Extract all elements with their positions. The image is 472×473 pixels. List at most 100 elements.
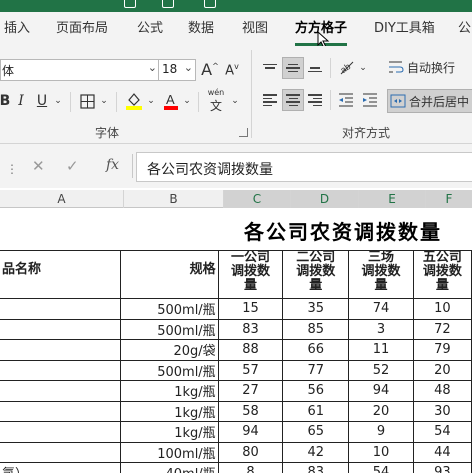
cell-company1[interactable]: 27 [217,380,284,402]
cell-company3[interactable]: 94 [348,380,414,402]
formula-input[interactable]: 各公司农资调拨数量 [136,152,472,182]
cell-company3[interactable]: 9 [348,421,414,443]
cell-company5[interactable]: 79 [412,339,472,361]
cell-company5[interactable]: 44 [412,441,472,463]
cell-company5[interactable]: 93 [412,462,472,473]
tab-diy-toolbox[interactable]: DIY工具箱 [374,12,435,46]
cell-company2[interactable]: 61 [282,400,350,422]
column-header-d[interactable]: D [291,190,359,208]
phonetic-guide-button[interactable]: wén 文 [204,88,228,114]
fill-color-button[interactable] [124,90,144,112]
cell-product-name[interactable] [0,380,121,402]
cell-spec[interactable]: 40ml/瓶 [119,462,219,473]
cell-company5[interactable]: 20 [412,359,472,381]
cell-product-name[interactable]: 氯） [0,462,121,473]
cell-product-name[interactable] [0,318,121,340]
cell-spec[interactable]: 500ml/瓶 [119,318,219,340]
header-cell-company5[interactable]: 五公司 调拨数 量 [412,250,472,299]
cell-spec[interactable]: 500ml/瓶 [119,359,219,381]
enter-icon[interactable]: ✓ [66,157,79,175]
italic-button[interactable]: I [13,90,29,112]
cell-company5[interactable]: 72 [412,318,472,340]
column-header-b[interactable]: B [124,190,224,208]
header-cell-company1[interactable]: 一公司 调拨数 量 [217,250,284,299]
cell-company3[interactable]: 10 [348,441,414,463]
wrap-text-button[interactable]: 自动换行 [388,56,472,78]
cell-company1[interactable]: 57 [217,359,284,381]
header-cell-company2[interactable]: 二公司 调拨数 量 [282,250,350,299]
font-size-combo[interactable]: 18 ⌄ [158,59,196,81]
fill-color-dropdown[interactable]: ⌄ [146,94,156,108]
cell-company3[interactable]: 54 [348,462,414,473]
cell-company2[interactable]: 77 [282,359,350,381]
undo-icon[interactable] [162,0,174,8]
cell-company3[interactable]: 52 [348,359,414,381]
cell-product-name[interactable] [0,359,121,381]
cell-company1[interactable]: 94 [217,421,284,443]
cell-company3[interactable]: 74 [348,298,414,320]
increase-indent-button[interactable] [360,90,380,110]
font-color-dropdown[interactable]: ⌄ [182,94,192,108]
tab-insert[interactable]: 插入 [4,12,30,46]
tab-page-layout[interactable]: 页面布局 [56,12,108,46]
orientation-dropdown[interactable]: ⌄ [358,62,368,74]
cancel-icon[interactable]: ✕ [32,157,45,175]
more-options-icon[interactable]: ⋮ [6,162,18,176]
cell-company1[interactable]: 80 [217,441,284,463]
cell-company5[interactable]: 54 [412,421,472,443]
cell-company1[interactable]: 88 [217,339,284,361]
underline-dropdown[interactable]: ⌄ [53,94,63,108]
decrease-indent-button[interactable] [336,90,356,110]
align-center-button[interactable] [282,89,304,111]
cell-company2[interactable]: 42 [282,441,350,463]
tab-formulas[interactable]: 公式 [137,12,163,46]
cell-spec[interactable]: 100ml/瓶 [119,441,219,463]
header-cell-name[interactable]: 品名称 [0,250,121,299]
column-header-f[interactable]: F [426,190,472,208]
column-header-e[interactable]: E [359,190,426,208]
worksheet[interactable]: 各公司农资调拨数量 品名称 规格 一公司 调拨数 量 二公司 调拨数 量 三场 … [0,208,472,473]
sheet-title[interactable]: 各公司农资调拨数量 [244,216,442,245]
cell-spec[interactable]: 500ml/瓶 [119,298,219,320]
phonetic-dropdown[interactable]: ⌄ [230,94,240,108]
column-header-a[interactable]: A [0,190,124,208]
cell-spec[interactable]: 1kg/瓶 [119,421,219,443]
cell-company3[interactable]: 3 [348,318,414,340]
cell-spec[interactable]: 1kg/瓶 [119,380,219,402]
insert-function-icon[interactable]: fx [106,157,119,173]
cell-company3[interactable]: 20 [348,400,414,422]
cell-company2[interactable]: 65 [282,421,350,443]
cell-company5[interactable]: 30 [412,400,472,422]
orientation-button[interactable]: ab [336,56,358,78]
cell-product-name[interactable] [0,339,121,361]
align-top-button[interactable] [260,58,280,78]
decrease-font-size-button[interactable]: Av [223,60,241,80]
cell-product-name[interactable] [0,441,121,463]
align-right-button[interactable] [305,90,325,110]
font-color-button[interactable]: A [162,90,180,112]
cell-company2[interactable]: 66 [282,339,350,361]
cell-product-name[interactable] [0,298,121,320]
cell-spec[interactable]: 20g/袋 [119,339,219,361]
cell-company1[interactable]: 83 [217,318,284,340]
cell-spec[interactable]: 1kg/瓶 [119,400,219,422]
align-middle-button[interactable] [282,57,304,79]
cell-company1[interactable]: 8 [217,462,284,473]
bold-button[interactable]: B [0,90,10,112]
align-bottom-button[interactable] [305,58,325,78]
cell-company5[interactable]: 10 [412,298,472,320]
increase-font-size-button[interactable]: A^ [201,58,219,80]
column-header-c[interactable]: C [224,190,291,208]
cell-company2[interactable]: 85 [282,318,350,340]
underline-button[interactable]: U [33,90,51,112]
cell-company2[interactable]: 56 [282,380,350,402]
borders-button[interactable] [78,92,96,110]
cell-company2[interactable]: 35 [282,298,350,320]
save-icon[interactable] [124,0,136,8]
merge-center-button[interactable]: 合并后居中 [387,89,472,113]
font-dialog-launcher-icon[interactable] [239,128,248,137]
cell-company1[interactable]: 15 [217,298,284,320]
cell-company2[interactable]: 83 [282,462,350,473]
cell-company5[interactable]: 48 [412,380,472,402]
tab-data[interactable]: 数据 [188,12,214,46]
